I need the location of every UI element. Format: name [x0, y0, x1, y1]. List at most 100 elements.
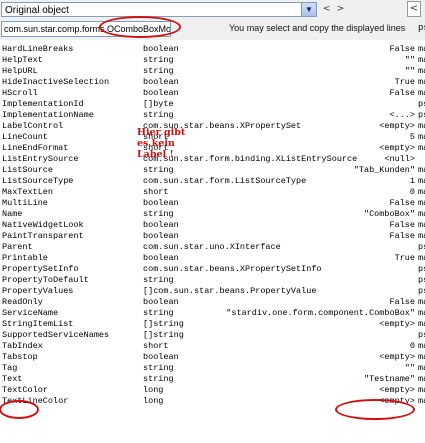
property-row[interactable]: ListSource string "Tab_Kunden"ma: [0, 165, 425, 176]
property-row[interactable]: SupportedServiceNames []string ps: [0, 330, 425, 341]
property-row[interactable]: HideInactiveSelection boolean Truema: [0, 77, 425, 88]
property-value: "Tab_Kunden": [353, 165, 415, 175]
property-flag: ma: [418, 374, 425, 384]
property-value: False: [389, 44, 415, 54]
property-flag: ma: [418, 396, 425, 406]
property-row[interactable]: LabelControl com.sun.star.beans.XProperty…: [0, 121, 425, 132]
property-row[interactable]: ListEntrySource com.sun.star.form.binding…: [0, 154, 425, 165]
property-flag: ma: [418, 297, 425, 307]
property-row[interactable]: LineCountshort5ma: [0, 132, 425, 143]
nav-forward-icon[interactable]: >: [334, 3, 347, 16]
property-row[interactable]: ImplementationName string <...>ps: [0, 110, 425, 121]
property-value: 1: [409, 176, 415, 186]
property-row[interactable]: PropertySetInfo com.sun.star.beans.XPrope…: [0, 264, 425, 275]
property-type: []string: [143, 319, 184, 329]
property-value: False: [389, 198, 415, 208]
property-row[interactable]: HardLineBreaks boolean Falsema: [0, 44, 425, 55]
chevron-down-icon[interactable]: ▼: [301, 3, 316, 16]
property-name: Name: [2, 209, 23, 219]
property-row[interactable]: HelpURL string ""ma: [0, 66, 425, 77]
property-type: boolean: [143, 253, 179, 263]
property-flag: ma: [418, 44, 425, 54]
property-flag: ps: [418, 242, 425, 252]
property-name: LineCount: [2, 132, 48, 142]
property-value: 0: [409, 341, 415, 351]
property-row[interactable]: Tabstop boolean <empty>ma: [0, 352, 425, 363]
property-type: string: [143, 55, 174, 65]
property-name: Printable: [2, 253, 48, 263]
object-selector[interactable]: Original object ▼: [1, 2, 317, 17]
property-value: "": [404, 363, 415, 373]
property-row[interactable]: Parent com.sun.star.uno.XInterface ps: [0, 242, 425, 253]
property-type: string: [143, 275, 174, 285]
property-row[interactable]: PropertyToDefault string ps: [0, 275, 425, 286]
property-row[interactable]: LineEndFormatshort<empty>ma: [0, 143, 425, 154]
property-flag: ma: [418, 341, 425, 351]
property-flag: ma: [418, 77, 425, 87]
property-name: ServiceName: [2, 308, 59, 318]
property-row[interactable]: NativeWidgetLook boolean Falsema: [0, 220, 425, 231]
property-type: string: [143, 209, 174, 219]
property-flag: ma: [418, 66, 425, 76]
property-type: com.sun.star.uno.XInterface: [143, 242, 281, 252]
property-type: []string: [143, 330, 184, 340]
property-row[interactable]: HelpText string ""ma: [0, 55, 425, 66]
property-flag: ma: [418, 209, 425, 219]
property-name: LabelControl: [2, 121, 64, 131]
property-flag: ma: [418, 55, 425, 65]
property-type: boolean: [143, 77, 179, 87]
property-type: boolean: [143, 231, 179, 241]
property-row[interactable]: Name string "ComboBox"ma: [0, 209, 425, 220]
property-row[interactable]: TextColor long <empty>ma: [0, 385, 425, 396]
property-row[interactable]: ListSourceType com.sun.star.form.ListSour…: [0, 176, 425, 187]
property-type: []byte: [143, 99, 174, 109]
property-value: False: [389, 231, 415, 241]
property-name: HelpURL: [2, 66, 38, 76]
property-type: string: [143, 363, 174, 373]
property-row[interactable]: ReadOnly boolean Falsema: [0, 297, 425, 308]
property-row[interactable]: MaxTextLen short 0ma: [0, 187, 425, 198]
property-flag: ma: [418, 165, 425, 175]
property-flag: ma: [418, 352, 425, 362]
property-name: Text: [2, 374, 23, 384]
property-name: ImplementationId: [2, 99, 84, 109]
property-row[interactable]: Printable boolean Truema: [0, 253, 425, 264]
property-name: ImplementationName: [2, 110, 94, 120]
property-row[interactable]: Tag string ""ma: [0, 363, 425, 374]
property-row[interactable]: StringItemList []string <empty>ma: [0, 319, 425, 330]
hint-text: You may select and copy the displayed li…: [229, 23, 406, 33]
property-row[interactable]: PropertyValues []com.sun.star.beans.Prope…: [0, 286, 425, 297]
property-value: True: [394, 77, 415, 87]
annotation-circle-text: [0, 400, 39, 419]
property-flag: ps: [418, 264, 425, 274]
property-type: boolean: [143, 297, 179, 307]
property-type: com.sun.star.form.ListSourceType: [143, 176, 307, 186]
property-flag: ma: [418, 132, 425, 142]
property-value: <empty>: [379, 121, 415, 131]
property-row[interactable]: TabIndex short 0ma: [0, 341, 425, 352]
property-flag: ma: [418, 176, 425, 186]
property-row[interactable]: ImplementationId []byte ps: [0, 99, 425, 110]
nav-back-icon[interactable]: <: [320, 3, 333, 16]
property-row[interactable]: PaintTransparent boolean Falsema: [0, 231, 425, 242]
property-value: "": [404, 55, 415, 65]
back-button[interactable]: <: [407, 1, 421, 17]
property-flag: ma: [418, 88, 425, 98]
property-value: <empty>: [379, 319, 415, 329]
property-row[interactable]: Text string "Testname"ma: [0, 374, 425, 385]
property-name: ListEntrySource: [2, 154, 79, 164]
property-row[interactable]: ServiceName string "stardiv.one.form.compo…: [0, 308, 425, 319]
annotation-note: Hier gibt es kein Label !: [137, 127, 207, 160]
property-type: boolean: [143, 220, 179, 230]
property-name: HideInactiveSelection: [2, 77, 110, 87]
property-flag: ps: [418, 330, 425, 340]
property-row[interactable]: HScroll boolean Falsema: [0, 88, 425, 99]
property-row[interactable]: MultiLine boolean Falsema: [0, 198, 425, 209]
annotation-circle-value: [335, 399, 415, 420]
property-flag: ma: [418, 121, 425, 131]
flag-label: ps: [418, 23, 425, 33]
property-name: TabIndex: [2, 341, 43, 351]
property-flag: ma: [418, 308, 425, 318]
property-value: False: [389, 220, 415, 230]
property-name: Tabstop: [2, 352, 38, 362]
